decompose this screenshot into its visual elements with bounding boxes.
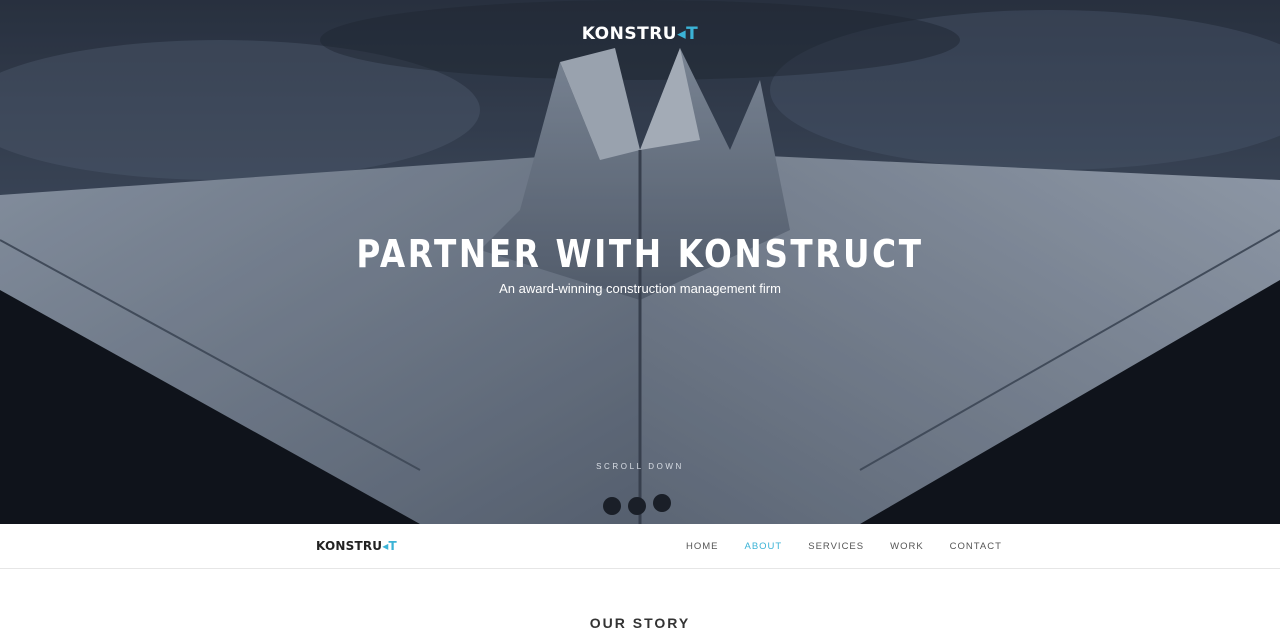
scroll-down-link[interactable]: SCROLL DOWN [0,462,1280,471]
nav-link-home[interactable]: HOME [686,541,719,552]
hero-logo[interactable]: KONSTRU◂T [0,24,1280,44]
nav-link-services[interactable]: SERVICES [808,541,864,552]
hero-logo-text: KONSTRU [581,24,678,44]
nav-logo-accent: ◂T [382,539,397,553]
our-story-heading: OUR STORY [589,615,691,631]
nav-link-work[interactable]: WORK [890,541,924,552]
hero-subtitle: An award-winning construction management… [499,281,781,296]
nav-link-contact[interactable]: CONTACT [950,541,1002,552]
nav-link-about[interactable]: ABOUT [745,541,783,552]
hero-title: PARTNER WITH KONSTRUCT [356,232,924,276]
nav-logo[interactable]: KONSTRU◂T [316,539,397,553]
hero-section: KONSTRU◂T PARTNER WITH KONSTRUCT An awar… [0,0,1280,524]
hero-logo-accent: ◂T [677,24,699,44]
nav-logo-text: KONSTRU [316,539,383,553]
nav-menu: HOME ABOUT SERVICES WORK CONTACT [686,541,1028,552]
main-navbar: KONSTRU◂T HOME ABOUT SERVICES WORK CONTA… [0,524,1280,569]
